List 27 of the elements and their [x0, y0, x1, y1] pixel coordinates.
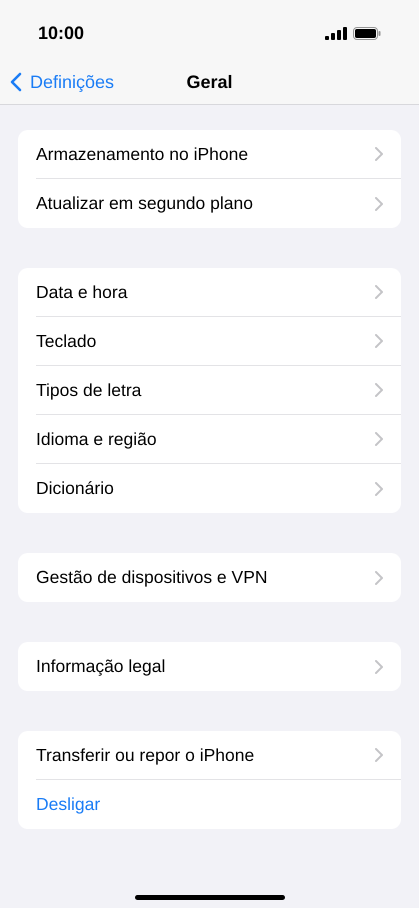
settings-row[interactable]: Teclado — [36, 317, 401, 366]
settings-row[interactable]: Idioma e região — [36, 415, 401, 464]
settings-row[interactable]: Atualizar em segundo plano — [36, 179, 401, 228]
chevron-right-icon — [375, 196, 383, 210]
settings-row[interactable]: Armazenamento no iPhone — [36, 130, 401, 179]
settings-row[interactable]: Gestão de dispositivos e VPN — [36, 553, 401, 602]
status-time: 10:00 — [38, 22, 84, 44]
chevron-right-icon — [375, 748, 383, 762]
action-button[interactable]: Desligar — [36, 780, 401, 829]
chevron-left-icon — [10, 72, 22, 92]
chevron-right-icon — [375, 285, 383, 299]
settings-row[interactable]: Transferir ou repor o iPhone — [36, 731, 401, 780]
battery-icon — [353, 26, 381, 40]
chevron-right-icon — [375, 432, 383, 446]
signal-icon — [325, 26, 347, 40]
settings-row[interactable]: Informação legal — [36, 642, 401, 691]
back-button[interactable]: Definições — [10, 68, 114, 96]
page-title: Geral — [186, 70, 233, 94]
chevron-right-icon — [375, 570, 383, 584]
chevron-right-icon — [375, 660, 383, 674]
chevron-right-icon — [375, 482, 383, 496]
chevron-right-icon — [375, 383, 383, 397]
settings-row[interactable]: Dicionário — [36, 464, 401, 513]
chevron-right-icon — [375, 334, 383, 348]
settings-row[interactable]: Data e hora — [36, 268, 401, 317]
chevron-right-icon — [375, 147, 383, 161]
settings-row[interactable]: Tipos de letra — [36, 366, 401, 415]
